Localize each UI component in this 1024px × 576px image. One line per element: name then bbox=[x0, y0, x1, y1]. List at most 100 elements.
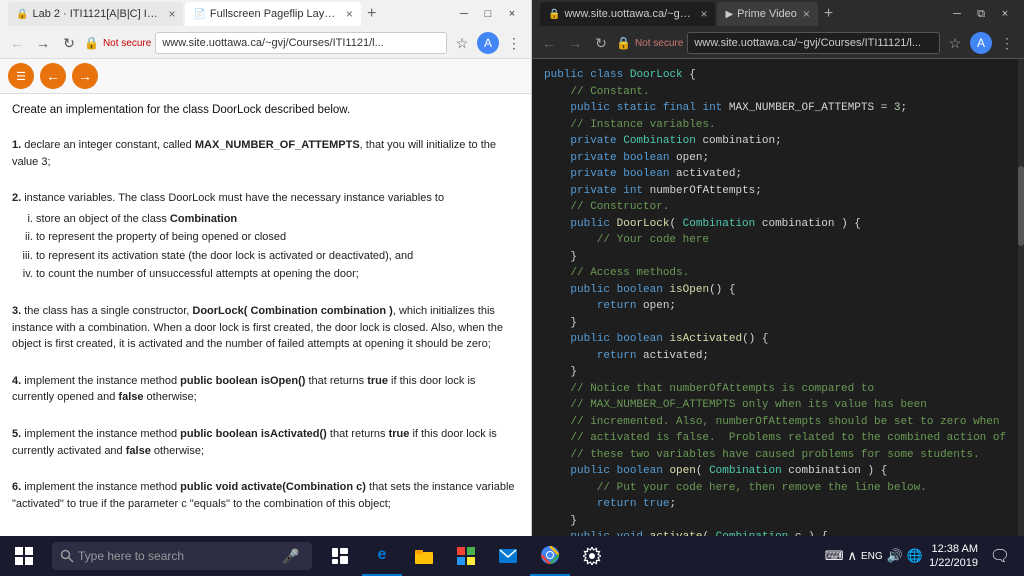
left-toolbar-menu-btn[interactable]: ☰ bbox=[8, 63, 34, 89]
taskbar-clock[interactable]: 12:38 AM 1/22/2019 bbox=[929, 542, 978, 571]
code-line-37: } bbox=[544, 513, 1012, 530]
tray-chevron-icon[interactable]: ∧ bbox=[848, 548, 858, 564]
left-menu-btn[interactable]: ⋮ bbox=[503, 32, 525, 54]
right-security-icon: 🔒 bbox=[616, 36, 631, 50]
start-button[interactable] bbox=[0, 536, 48, 576]
code-line-6: // Instance variables. bbox=[544, 117, 1012, 134]
code-line-15: } bbox=[544, 249, 1012, 266]
right-titlebar: 🔒 www.site.uottawa.ca/~gvj/C... × ▶ Prim… bbox=[532, 0, 1024, 28]
right-menu-btn[interactable]: ⋮ bbox=[996, 32, 1018, 54]
tray-lang-icon[interactable]: ENG bbox=[861, 551, 883, 562]
left-maximize-btn[interactable]: □ bbox=[477, 5, 499, 23]
left-tab2-label: Fullscreen Pageflip Layout w... bbox=[210, 8, 340, 20]
code-line-28: // MAX_NUMBER_OF_ATTEMPTS only when its … bbox=[544, 397, 1012, 414]
code-line-39: public void activate( Combination c ) { bbox=[544, 529, 1012, 536]
code-line-36: return true; bbox=[544, 496, 1012, 513]
code-line-33: public boolean open( Combination combina… bbox=[544, 463, 1012, 480]
code-line-25: } bbox=[544, 364, 1012, 381]
left-bookmark-btn[interactable]: ☆ bbox=[451, 32, 473, 54]
code-line-23: public boolean isActivated() { bbox=[544, 331, 1012, 348]
left-browser-chrome: 🔒 Lab 2 · ITI1121[A|B|C] Intro... × 📄 Fu… bbox=[0, 0, 531, 59]
code-line-14: // Your code here bbox=[544, 232, 1012, 249]
right-tab-2[interactable]: ▶ Prime Video × bbox=[717, 2, 817, 26]
instruction-item-4: 4. implement the instance method public … bbox=[12, 373, 519, 406]
left-forward-btn[interactable]: → bbox=[32, 32, 54, 54]
right-tab2-label: Prime Video bbox=[737, 8, 797, 20]
right-back-btn[interactable]: ← bbox=[538, 32, 560, 54]
left-toolbar-back-btn[interactable]: ← bbox=[40, 63, 66, 89]
right-not-secure-label: Not secure bbox=[635, 38, 683, 49]
code-line-29: // incremented. Also, numberOfAttempts s… bbox=[544, 414, 1012, 431]
tray-icons: ⌨ ∧ ENG 🔊 🌐 bbox=[825, 548, 923, 564]
left-tab-2[interactable]: 📄 Fullscreen Pageflip Layout w... × bbox=[185, 2, 360, 26]
code-line-24: return activated; bbox=[544, 348, 1012, 365]
left-tab1-favicon: 🔒 bbox=[16, 9, 28, 20]
taskbar-tray: ⌨ ∧ ENG 🔊 🌐 12:38 AM 1/22/2019 🗨 bbox=[825, 536, 1024, 576]
right-tab2-close[interactable]: × bbox=[803, 7, 810, 21]
right-win-controls: ─ ⧉ × bbox=[946, 5, 1016, 23]
right-close-btn[interactable]: × bbox=[994, 5, 1016, 23]
right-minimize-btn[interactable]: ─ bbox=[946, 5, 968, 23]
left-tab-1[interactable]: 🔒 Lab 2 · ITI1121[A|B|C] Intro... × bbox=[8, 2, 183, 26]
taskbar: 🎤 e bbox=[0, 536, 1024, 576]
code-line-17: // Access methods. bbox=[544, 265, 1012, 282]
left-new-tab-btn[interactable]: + bbox=[363, 5, 380, 23]
taskbar-mic-icon[interactable]: 🎤 bbox=[282, 548, 299, 565]
right-tab1-close[interactable]: × bbox=[700, 7, 707, 21]
tray-network-icon[interactable]: 🌐 bbox=[907, 548, 923, 564]
left-back-btn[interactable]: ← bbox=[6, 32, 28, 54]
task-view-btn[interactable] bbox=[320, 536, 360, 576]
code-line-21: } bbox=[544, 315, 1012, 332]
instruction-item-6: 6. implement the instance method public … bbox=[12, 479, 519, 512]
left-browser: 🔒 Lab 2 · ITI1121[A|B|C] Intro... × 📄 Fu… bbox=[0, 0, 532, 536]
right-address-bar: ← → ↻ 🔒 Not secure ☆ A ⋮ bbox=[532, 28, 1024, 58]
left-tab2-close[interactable]: × bbox=[346, 7, 353, 21]
right-refresh-btn[interactable]: ↻ bbox=[590, 32, 612, 54]
left-toolbar-forward-btn[interactable]: → bbox=[72, 63, 98, 89]
left-page-toolbar: ☰ ← → bbox=[0, 59, 531, 94]
left-refresh-btn[interactable]: ↻ bbox=[58, 32, 80, 54]
right-restore-btn[interactable]: ⧉ bbox=[970, 5, 992, 23]
left-minimize-btn[interactable]: ─ bbox=[453, 5, 475, 23]
chrome-btn[interactable] bbox=[530, 536, 570, 576]
file-explorer-btn[interactable] bbox=[404, 536, 444, 576]
clock-date: 1/22/2019 bbox=[929, 556, 978, 570]
right-browser-chrome: 🔒 www.site.uottawa.ca/~gvj/C... × ▶ Prim… bbox=[532, 0, 1024, 59]
intro-text: Create an implementation for the class D… bbox=[12, 102, 519, 120]
instruction-item-1: 1. declare an integer constant, called M… bbox=[12, 137, 519, 170]
right-url-input[interactable] bbox=[687, 32, 940, 54]
right-tab1-favicon: 🔒 bbox=[548, 9, 560, 20]
left-tab1-close[interactable]: × bbox=[168, 7, 175, 21]
code-line-9: private boolean activated; bbox=[544, 166, 1012, 183]
taskbar-search-input[interactable] bbox=[78, 549, 278, 563]
code-line-30: // activated is false. Problems related … bbox=[544, 430, 1012, 447]
code-line-3: // Constant. bbox=[544, 84, 1012, 101]
code-line-31: // these two variables have caused probl… bbox=[544, 447, 1012, 464]
right-bookmark-btn[interactable]: ☆ bbox=[944, 32, 966, 54]
right-browser: 🔒 www.site.uottawa.ca/~gvj/C... × ▶ Prim… bbox=[532, 0, 1024, 536]
right-new-tab-btn[interactable]: + bbox=[820, 5, 837, 23]
code-line-13: public DoorLock( Combination combination… bbox=[544, 216, 1012, 233]
right-account-btn[interactable]: A bbox=[970, 32, 992, 54]
mail-btn[interactable] bbox=[488, 536, 528, 576]
left-url-input[interactable] bbox=[155, 32, 447, 54]
tray-volume-icon[interactable]: 🔊 bbox=[887, 548, 903, 564]
right-tab2-favicon: ▶ bbox=[725, 9, 733, 20]
code-line-8: private boolean open; bbox=[544, 150, 1012, 167]
right-forward-btn[interactable]: → bbox=[564, 32, 586, 54]
right-scrollbar[interactable] bbox=[1018, 59, 1024, 536]
store-btn[interactable] bbox=[446, 536, 486, 576]
tray-keyboard-icon[interactable]: ⌨ bbox=[825, 548, 844, 564]
notification-btn[interactable]: 🗨 bbox=[984, 536, 1016, 576]
code-line-7: private Combination combination; bbox=[544, 133, 1012, 150]
right-scroll-thumb[interactable] bbox=[1018, 166, 1024, 246]
left-close-btn[interactable]: × bbox=[501, 5, 523, 23]
left-account-btn[interactable]: A bbox=[477, 32, 499, 54]
settings-btn[interactable] bbox=[572, 536, 612, 576]
taskbar-search-box[interactable]: 🎤 bbox=[52, 542, 312, 570]
clock-time: 12:38 AM bbox=[929, 542, 978, 556]
instruction-item-3: 3. the class has a single constructor, D… bbox=[12, 303, 519, 353]
left-tab2-favicon: 📄 bbox=[193, 9, 205, 20]
edge-browser-btn[interactable]: e bbox=[362, 536, 402, 576]
right-tab-1[interactable]: 🔒 www.site.uottawa.ca/~gvj/C... × bbox=[540, 2, 715, 26]
